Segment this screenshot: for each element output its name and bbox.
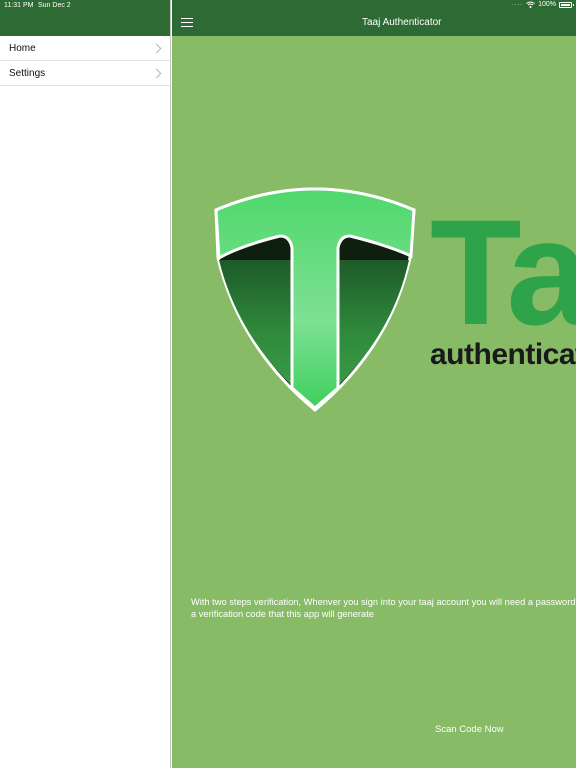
status-right: ···· 100% bbox=[511, 1, 574, 8]
sidebar: Home Settings bbox=[0, 0, 171, 768]
brand-subtitle: authenticator bbox=[430, 338, 576, 371]
sidebar-item-label: Home bbox=[9, 42, 36, 54]
sidebar-item-home[interactable]: Home bbox=[0, 36, 170, 61]
page-title: Taaj Authenticator bbox=[362, 17, 442, 28]
battery-percent: 100% bbox=[538, 1, 556, 8]
sidebar-item-label: Settings bbox=[9, 67, 46, 79]
sidebar-item-settings[interactable]: Settings bbox=[0, 61, 170, 86]
chevron-right-icon bbox=[151, 68, 162, 78]
main-content: Taaj Authenticator Taaj authenticator Wi… bbox=[172, 0, 576, 768]
status-bar: 11:31 PM Sun Dec 2 ···· 100% bbox=[0, 0, 576, 11]
wifi-icon bbox=[526, 1, 535, 8]
brand-name: Taaj bbox=[430, 188, 576, 356]
status-date: Sun Dec 2 bbox=[38, 2, 71, 9]
hamburger-menu-icon[interactable] bbox=[181, 18, 193, 27]
sidebar-list: Home Settings bbox=[0, 36, 170, 86]
scan-code-button[interactable]: Scan Code Now bbox=[435, 724, 504, 735]
chevron-right-icon bbox=[151, 43, 162, 53]
status-time: 11:31 PM bbox=[4, 2, 34, 9]
taaj-shield-logo bbox=[214, 187, 416, 412]
battery-icon bbox=[559, 1, 574, 8]
signal-dots-icon: ···· bbox=[511, 1, 524, 8]
description-text: With two steps verification, Whenver you… bbox=[191, 597, 576, 619]
